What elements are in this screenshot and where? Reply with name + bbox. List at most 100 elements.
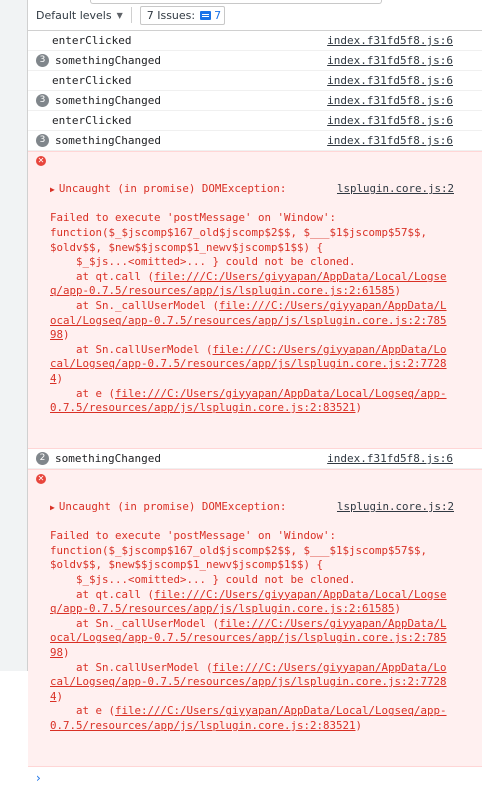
frame-prefix: at e ( [50,704,116,718]
stack-frame: 4) [50,690,482,705]
error-message: ✕ ▶ Uncaught (in promise) DOMException: ls… [28,151,482,449]
stack-frame: q/app-0.7.5/resources/app/js/lsplugin.co… [50,284,482,299]
repeat-count-badge: 3 [36,54,49,67]
left-gutter [0,0,28,671]
stack-frame: at qt.call (file:///C:/Users/giyyapan/Ap… [50,270,482,285]
error-line: function($_$jscomp$167_old$jscomp$2$$, $… [50,225,428,239]
console-prompt[interactable]: › [28,767,482,789]
error-line: $oldv$$, $new$$jscomp$1_newv$jscomp$1$$)… [50,558,324,572]
stack-frame-link[interactable]: q/app-0.7.5/resources/app/js/lsplugin.co… [50,602,395,615]
stack-frame-link[interactable]: cal/Logseq/app-0.7.5/resources/app/js/ls… [50,357,447,370]
frame-prefix: at Sn.callUserModel ( [50,660,213,674]
stack-frame: at Sn.callUserModel (file:///C:/Users/gi… [50,343,482,358]
repeat-count-badge: 2 [36,451,49,465]
error-title[interactable]: Uncaught (in promise) DOMException: [59,182,287,197]
stack-frame: at e (file:///C:/Users/giyyapan/AppData/… [50,387,482,402]
console-message: 3 somethingChanged index.f31fd5f8.js:6 [28,51,482,71]
stack-frame-link[interactable]: 98 [50,646,63,659]
issues-count: 7 [214,8,222,22]
stack-frame-link[interactable]: 0.7.5/resources/app/js/lsplugin.core.js:… [50,719,356,732]
message-text: somethingChanged [55,94,161,107]
console-message: 3 somethingChanged index.f31fd5f8.js:6 [28,91,482,111]
stack-frame: cal/Logseq/app-0.7.5/resources/app/js/ls… [50,357,482,372]
stack-frame-link[interactable]: file:///C:/Users/giyyapan/AppData/Local/… [115,704,447,717]
stack-frame: cal/Logseq/app-0.7.5/resources/app/js/ls… [50,675,482,690]
stack-frame: 4) [50,372,482,387]
prompt-chevron-icon: › [36,770,41,785]
source-link[interactable]: index.f31fd5f8.js:6 [327,71,453,90]
frame-suffix: ) [394,602,402,616]
frame-suffix: ) [394,284,402,298]
console-message: 2 somethingChanged index.f31fd5f8.js:6 [28,449,482,469]
message-text: somethingChanged [55,54,161,67]
repeat-count-badge: 3 [36,94,49,107]
stack-frame-link[interactable]: ocal/Logseq/app-0.7.5/resources/app/js/l… [50,314,447,327]
stack-frame: 98) [50,646,482,661]
console-message: 3 somethingChanged index.f31fd5f8.js:6 [28,131,482,151]
frame-prefix: at qt.call ( [50,587,155,601]
message-text: enterClicked [52,74,132,87]
stack-frame-link[interactable]: cal/Logseq/app-0.7.5/resources/app/js/ls… [50,675,447,688]
stack-frame-link[interactable]: file:///C:/Users/giyyapan/AppData/Local/… [154,588,447,601]
issues-label: 7 Issues: [146,8,196,22]
error-line: $_$js...<omitted>... } could not be clon… [50,573,356,587]
log-levels-label: Default levels [36,8,112,22]
frame-prefix: at e ( [50,386,116,400]
source-link[interactable]: index.f31fd5f8.js:6 [327,51,453,70]
stack-frame: 0.7.5/resources/app/js/lsplugin.core.js:… [50,719,482,734]
source-link[interactable]: lsplugin.core.js:2 [337,500,454,515]
toolbar-divider [130,7,132,23]
stack-frame: at e (file:///C:/Users/giyyapan/AppData/… [50,704,482,719]
stack-frame: 98) [50,328,482,343]
stack-frame-link[interactable]: file:///C:/Users/giyyapan/AppData/Lo [213,343,447,356]
message-text: somethingChanged [55,451,161,465]
message-text: enterClicked [52,34,132,47]
error-line: $_$js...<omitted>... } could not be clon… [50,255,356,269]
error-line: Failed to execute 'postMessage' on 'Wind… [50,529,337,543]
chevron-down-icon: ▼ [116,10,123,20]
stack-frame-link[interactable]: file:///C:/Users/giyyapan/AppData/Local/… [115,387,447,400]
stack-frame-link[interactable]: file:///C:/Users/giyyapan/AppData/Local/… [154,270,447,283]
console-message: enterClicked index.f31fd5f8.js:6 [28,111,482,131]
stack-frame: q/app-0.7.5/resources/app/js/lsplugin.co… [50,602,482,617]
console-message: enterClicked index.f31fd5f8.js:6 [28,31,482,51]
frame-suffix: ) [63,328,70,342]
stack-frame-link[interactable]: file:///C:/Users/giyyapan/AppData/L [219,299,447,312]
frame-suffix: ) [56,371,64,385]
source-link[interactable]: index.f31fd5f8.js:6 [327,111,453,130]
filter-input-edge [90,0,382,4]
error-title[interactable]: Uncaught (in promise) DOMException: [59,500,287,515]
source-link[interactable]: index.f31fd5f8.js:6 [327,449,453,468]
console-panel: Default levels ▼ 7 Issues: 7 enterClicke… [28,0,482,785]
stack-frame: ocal/Logseq/app-0.7.5/resources/app/js/l… [50,314,482,329]
console-toolbar: Default levels ▼ 7 Issues: 7 [28,0,482,31]
stack-frame: at Sn._callUserModel (file:///C:/Users/g… [50,617,482,632]
message-text: somethingChanged [55,134,161,147]
console-message: enterClicked index.f31fd5f8.js:6 [28,71,482,91]
error-icon: ✕ [36,473,46,484]
stack-frame-link[interactable]: q/app-0.7.5/resources/app/js/lsplugin.co… [50,284,395,297]
stack-frame: at qt.call (file:///C:/Users/giyyapan/Ap… [50,588,482,603]
stack-frame: at Sn.callUserModel (file:///C:/Users/gi… [50,661,482,676]
issues-button[interactable]: 7 Issues: 7 [139,5,226,25]
stack-frame-link[interactable]: file:///C:/Users/giyyapan/AppData/Lo [213,661,447,674]
stack-frame-link[interactable]: 0.7.5/resources/app/js/lsplugin.core.js:… [50,401,356,414]
frame-prefix: at Sn._callUserModel ( [50,616,220,630]
stack-frame: 0.7.5/resources/app/js/lsplugin.core.js:… [50,401,482,416]
source-link[interactable]: index.f31fd5f8.js:6 [327,31,453,50]
stack-frame-link[interactable]: 98 [50,328,63,341]
frame-suffix: ) [56,689,64,703]
expand-triangle-icon[interactable]: ▶ [50,501,55,516]
source-link[interactable]: index.f31fd5f8.js:6 [327,131,453,150]
error-icon: ✕ [36,156,46,166]
log-levels-dropdown[interactable]: Default levels ▼ [36,9,123,22]
source-link[interactable]: index.f31fd5f8.js:6 [327,91,453,110]
message-text: enterClicked [52,114,132,127]
source-link[interactable]: lsplugin.core.js:2 [337,182,454,197]
stack-frame-link[interactable]: ocal/Logseq/app-0.7.5/resources/app/js/l… [50,631,447,644]
expand-triangle-icon[interactable]: ▶ [50,183,55,198]
frame-prefix: at Sn._callUserModel ( [50,298,220,312]
stack-frame-link[interactable]: file:///C:/Users/giyyapan/AppData/L [219,617,447,630]
repeat-count-badge: 3 [36,134,49,147]
frame-suffix: ) [355,718,363,732]
